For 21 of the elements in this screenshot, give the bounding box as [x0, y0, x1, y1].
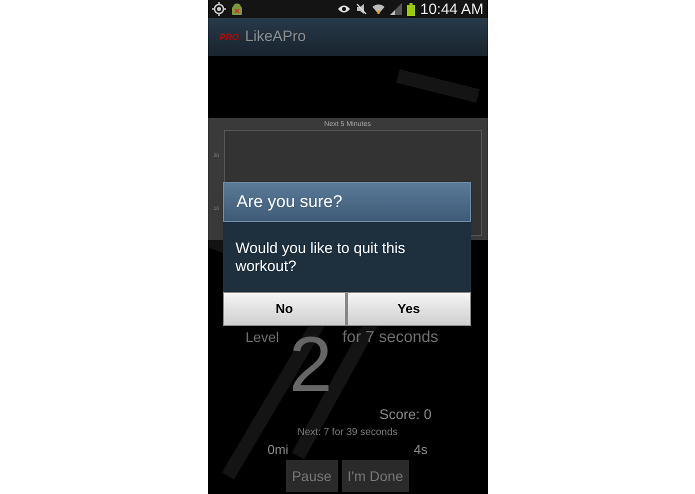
- dialog-button[interactable]: Yes: [348, 293, 470, 325]
- distance-text: 0mi: [268, 440, 288, 458]
- eye-icon: [337, 4, 352, 14]
- app-logo: PRO: [220, 32, 240, 42]
- wifi-icon: [372, 3, 386, 15]
- battery-icon: [407, 2, 416, 16]
- app-title: LikeAPro: [245, 26, 306, 47]
- level-number: 2: [288, 329, 332, 395]
- dialog-title: Are you sure?: [236, 191, 342, 214]
- status-time: 10:44 AM: [420, 2, 484, 16]
- dialog-message: Would you like to quit this workout?: [236, 240, 406, 276]
- android-icon: [230, 2, 242, 16]
- location-icon: [212, 2, 226, 16]
- signal-icon: [390, 3, 402, 15]
- score-text: Score: 0: [379, 404, 432, 424]
- level-label: Level: [246, 329, 279, 345]
- elapsed-text: 4s: [414, 440, 428, 458]
- next-text: Next: 7 for 39 seconds: [297, 426, 398, 440]
- dialog-button[interactable]: No: [224, 293, 345, 325]
- mute-icon: [356, 3, 368, 15]
- duration-text: for 7 seconds: [342, 329, 438, 347]
